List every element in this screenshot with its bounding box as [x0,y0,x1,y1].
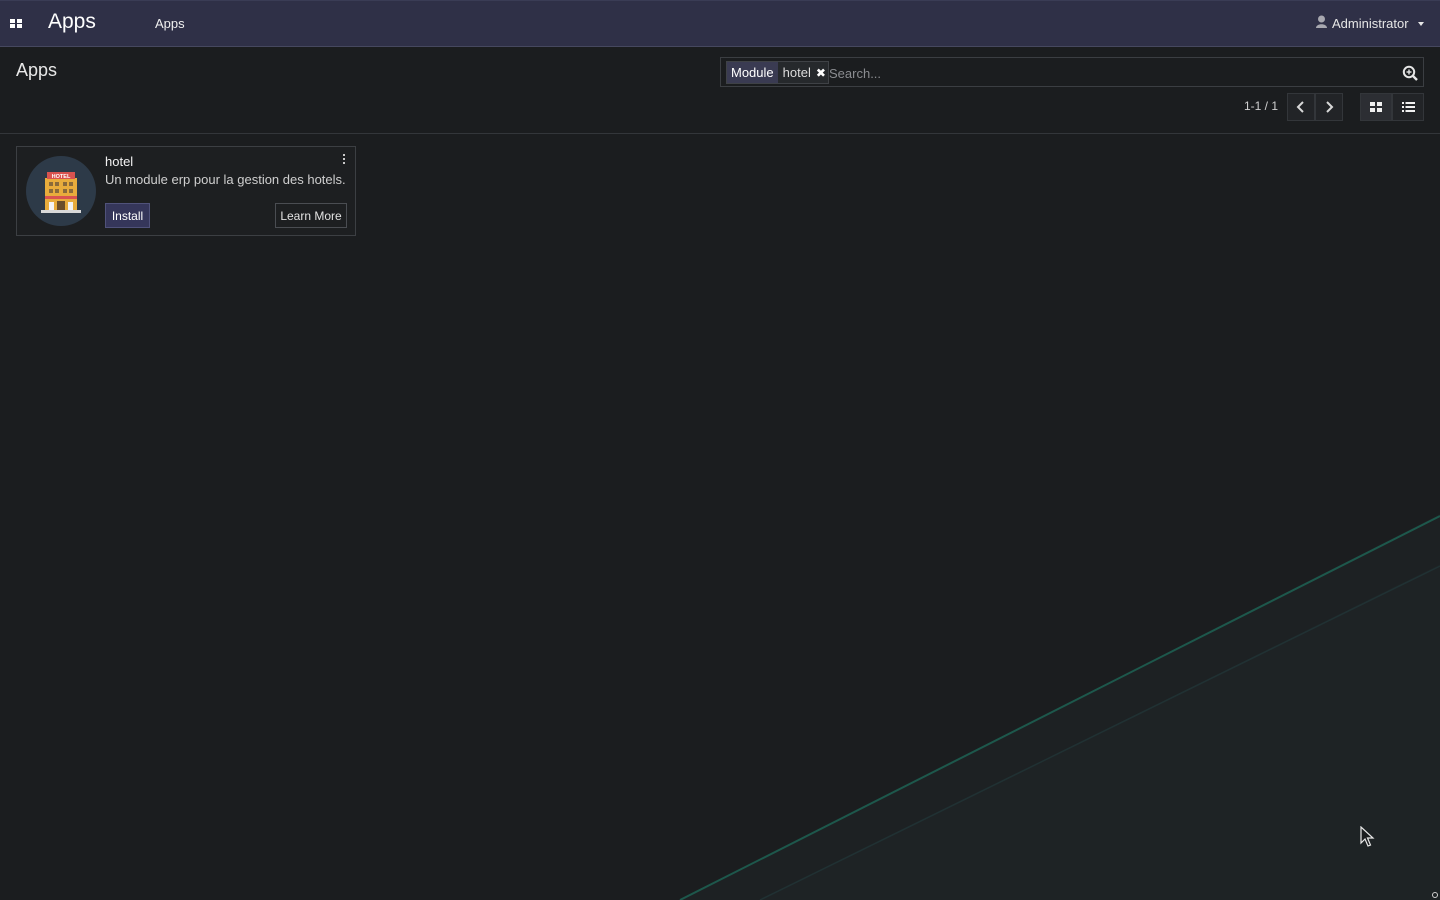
close-icon[interactable]: ✖ [814,62,828,83]
module-name: hotel [105,154,134,169]
chevron-left-icon[interactable] [1287,93,1315,121]
brand-app-name: Apps [48,10,96,33]
user-name: Administrator [1332,15,1409,31]
facet-value: hotel [782,65,811,80]
module-card[interactable]: HOTEL hotel Un module erp pour la gestio… [16,146,356,236]
hotel-building-icon: HOTEL [25,155,97,227]
page-title: Apps [16,60,58,80]
list-icon[interactable] [1392,93,1424,121]
kanban-icon[interactable] [1360,93,1392,121]
user-icon [1316,15,1327,31]
card-menu-icon[interactable] [339,152,349,166]
grid-icon[interactable] [8,14,24,32]
main-navbar: Apps Apps Administrator [0,0,1440,47]
caret-down-icon [1417,22,1424,26]
install-button[interactable]: Install [105,203,150,228]
mouse-cursor-icon [1360,826,1375,847]
user-menu[interactable]: Administrator [1316,15,1424,31]
module-summary: Un module erp pour la gestion des hotels… [105,172,346,187]
learn-more-button[interactable]: Learn More [275,203,347,228]
menu-item-apps[interactable]: Apps [155,16,185,31]
background-decoration [679,514,1440,900]
pager-value[interactable]: 1-1 / 1 [1244,99,1278,113]
chevron-right-icon[interactable] [1315,93,1343,121]
search-facet: Module hotel ✖ [726,61,829,84]
magnifier-icon[interactable] [1401,64,1419,82]
search-input[interactable] [829,62,1389,84]
control-panel-divider [0,133,1440,134]
search-bar: Module hotel ✖ [720,57,1424,87]
resize-grip-icon [1432,892,1438,898]
facet-label: Module [727,62,778,83]
hotel-sign-text: HOTEL [52,174,71,180]
